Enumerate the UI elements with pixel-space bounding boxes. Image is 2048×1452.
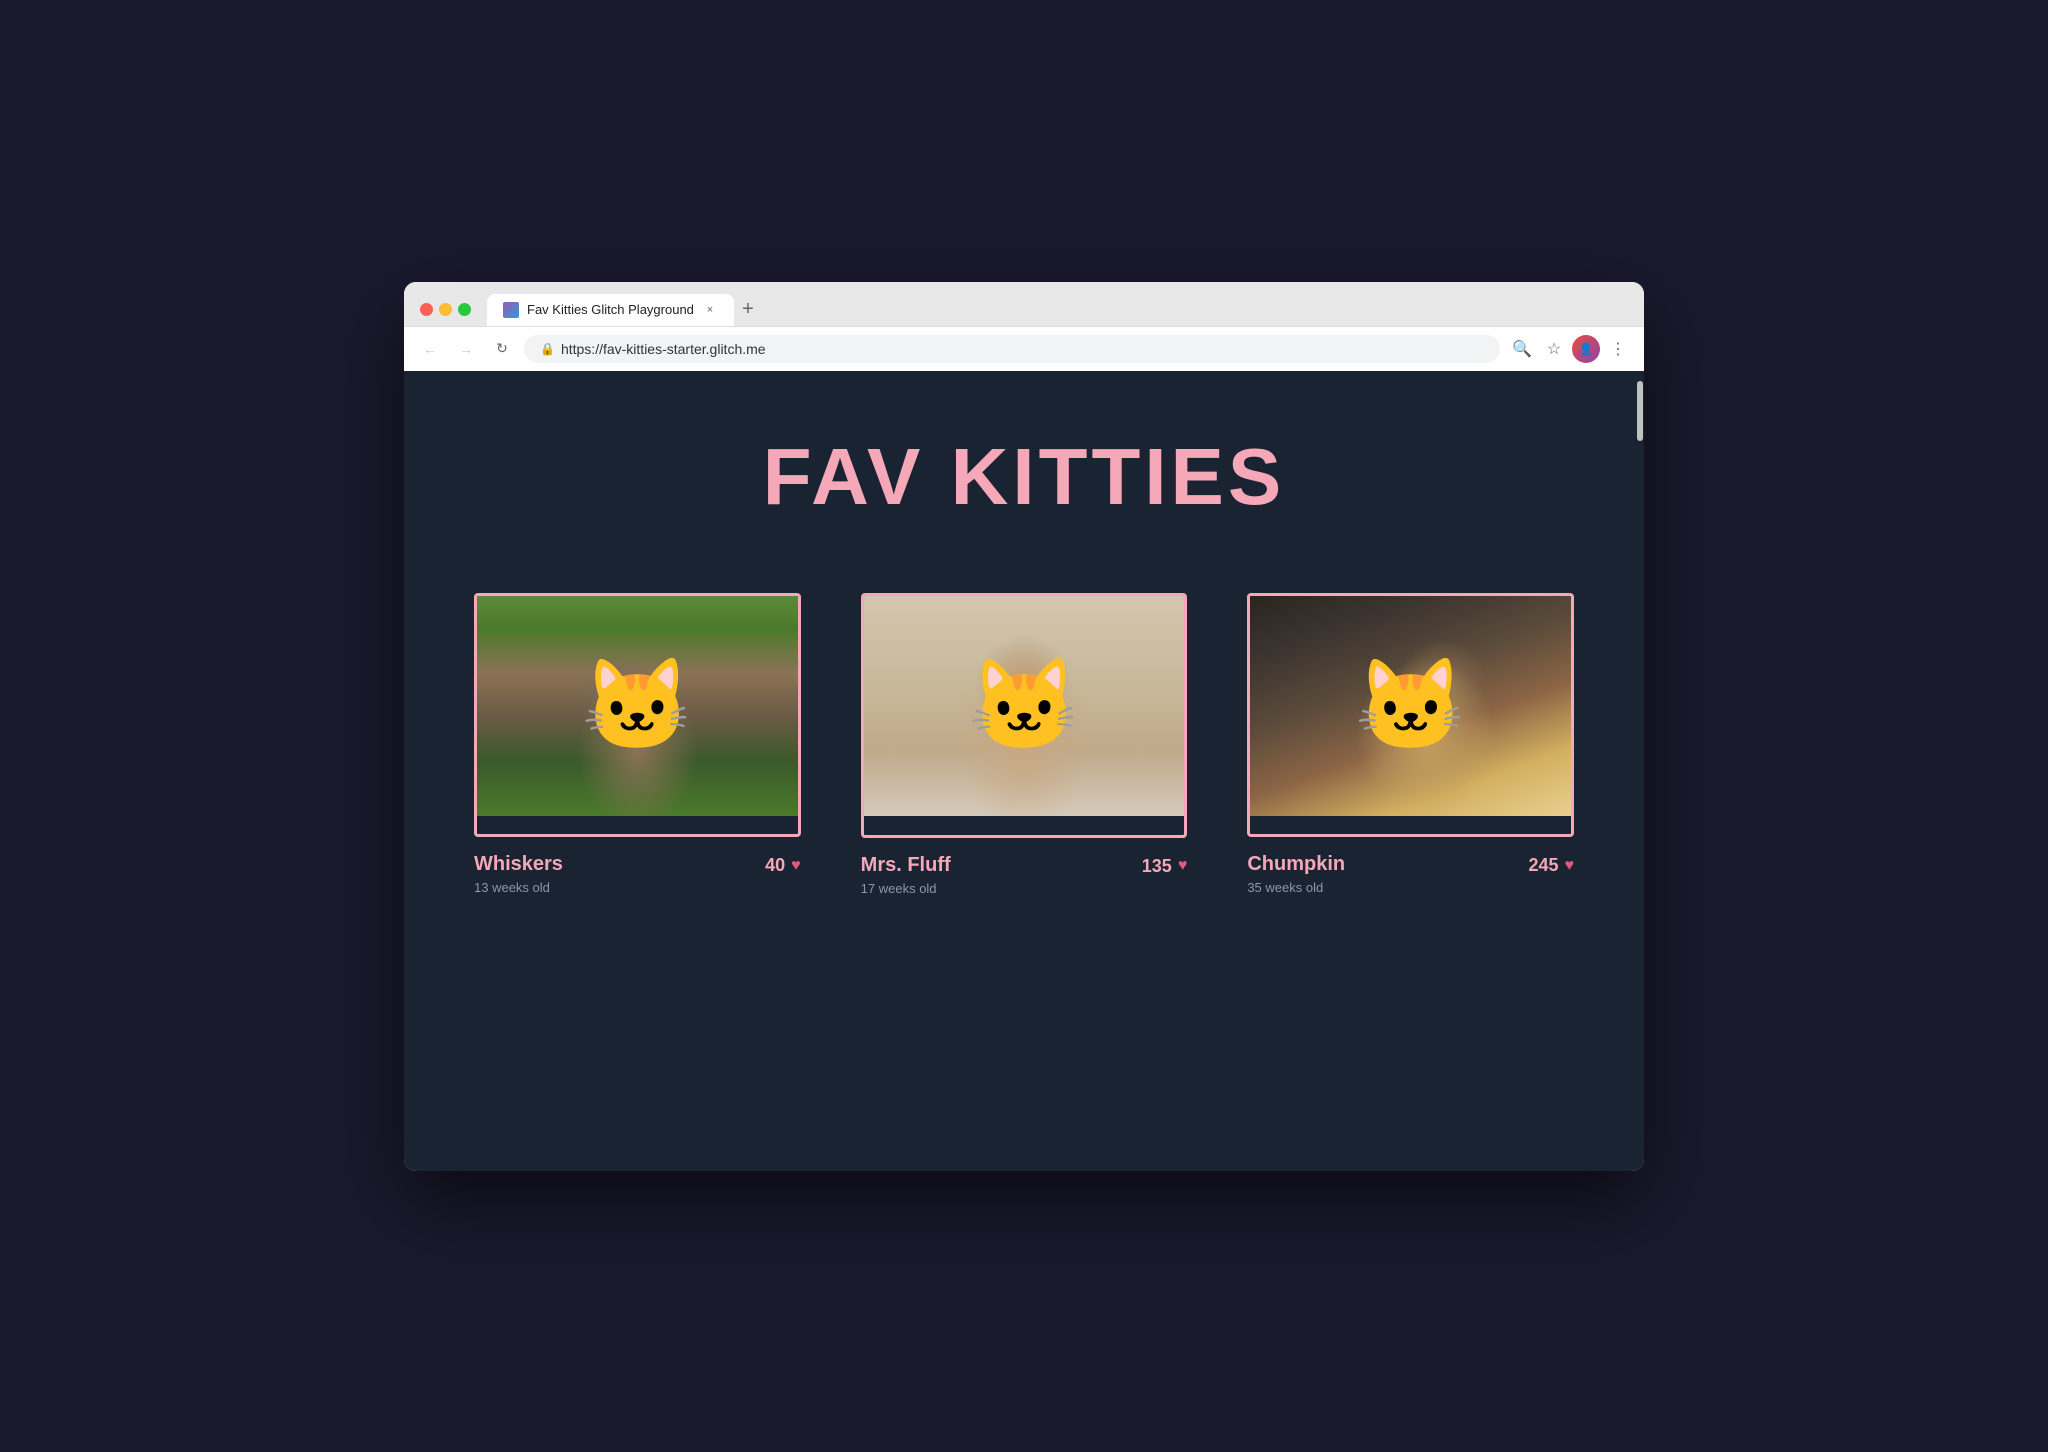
page-title: FAV KITTIES	[763, 431, 1286, 523]
minimize-button[interactable]	[439, 303, 452, 316]
profile-avatar[interactable]: 👤	[1572, 335, 1600, 363]
kitty-votes-1[interactable]: 40 ♥	[765, 855, 801, 876]
kitty-image-wrapper-2: 🐱	[861, 593, 1188, 838]
kitty-card-whiskers: 🐱 Whiskers 13 weeks old 40 ♥	[474, 593, 801, 896]
new-tab-button[interactable]: +	[734, 296, 762, 324]
search-icon[interactable]: 🔍	[1508, 335, 1536, 363]
kitty-image-sepia: 🐱	[864, 596, 1185, 816]
nav-actions: 🔍 ☆ 👤 ⋮	[1508, 335, 1632, 363]
kitty-age-2: 17 weeks old	[861, 881, 951, 896]
tab-bar: Fav Kitties Glitch Playground × +	[487, 294, 762, 326]
kitties-grid: 🐱 Whiskers 13 weeks old 40 ♥	[474, 593, 1574, 896]
url-text: https://fav-kitties-starter.glitch.me	[561, 341, 766, 357]
kitty-votes-2[interactable]: 135 ♥	[1142, 856, 1188, 877]
back-button[interactable]: ←	[416, 335, 444, 363]
page-content: FAV KITTIES 🐱 Whiskers 13 weeks old	[404, 371, 1644, 1171]
kitty-info-3: Chumpkin 35 weeks old 245 ♥	[1247, 853, 1574, 895]
kitty-name-2: Mrs. Fluff	[861, 854, 951, 877]
kitty-image-outdoor: 🐱	[477, 596, 798, 816]
scrollbar-track[interactable]	[1636, 371, 1644, 1171]
heart-icon-1: ♥	[791, 857, 801, 875]
kitty-name-1: Whiskers	[474, 853, 563, 876]
kitty-age-1: 13 weeks old	[474, 880, 563, 895]
browser-chrome: Fav Kitties Glitch Playground × + ← → ↻ …	[404, 282, 1644, 371]
vote-count-3: 245	[1528, 855, 1558, 876]
kitty-details-3: Chumpkin 35 weeks old	[1247, 853, 1345, 895]
kitty-info-1: Whiskers 13 weeks old 40 ♥	[474, 853, 801, 895]
kitty-image-wrapper-1: 🐱	[474, 593, 801, 838]
lock-icon: 🔒	[540, 342, 555, 356]
page-wrapper: FAV KITTIES 🐱 Whiskers 13 weeks old	[404, 371, 1644, 1171]
vote-count-2: 135	[1142, 856, 1172, 877]
menu-icon[interactable]: ⋮	[1604, 335, 1632, 363]
browser-window: Fav Kitties Glitch Playground × + ← → ↻ …	[404, 282, 1644, 1171]
address-bar[interactable]: 🔒 https://fav-kitties-starter.glitch.me	[524, 335, 1500, 363]
kitty-image-wrapper-3: 🐱	[1247, 593, 1574, 838]
heart-icon-2: ♥	[1178, 857, 1188, 875]
forward-button[interactable]: →	[452, 335, 480, 363]
kitty-card-mrs-fluff: 🐱 Mrs. Fluff 17 weeks old 135 ♥	[861, 593, 1188, 896]
kitty-details-2: Mrs. Fluff 17 weeks old	[861, 854, 951, 896]
close-button[interactable]	[420, 303, 433, 316]
heart-icon-3: ♥	[1564, 857, 1574, 875]
bookmark-icon[interactable]: ☆	[1540, 335, 1568, 363]
tab-favicon	[503, 302, 519, 318]
kitty-votes-3[interactable]: 245 ♥	[1528, 855, 1574, 876]
traffic-lights	[420, 303, 471, 316]
active-tab[interactable]: Fav Kitties Glitch Playground ×	[487, 294, 734, 326]
tab-close-button[interactable]: ×	[702, 302, 718, 318]
vote-count-1: 40	[765, 855, 785, 876]
kitty-info-2: Mrs. Fluff 17 weeks old 135 ♥	[861, 854, 1188, 896]
tab-title: Fav Kitties Glitch Playground	[527, 302, 694, 317]
kitty-image-tabby: 🐱	[1250, 596, 1571, 816]
title-bar: Fav Kitties Glitch Playground × +	[404, 282, 1644, 326]
kitty-card-chumpkin: 🐱 Chumpkin 35 weeks old 245 ♥	[1247, 593, 1574, 896]
navigation-bar: ← → ↻ 🔒 https://fav-kitties-starter.glit…	[404, 326, 1644, 371]
maximize-button[interactable]	[458, 303, 471, 316]
refresh-button[interactable]: ↻	[488, 335, 516, 363]
kitty-details-1: Whiskers 13 weeks old	[474, 853, 563, 895]
kitty-age-3: 35 weeks old	[1247, 880, 1345, 895]
kitty-name-3: Chumpkin	[1247, 853, 1345, 876]
scrollbar-thumb[interactable]	[1637, 381, 1643, 441]
